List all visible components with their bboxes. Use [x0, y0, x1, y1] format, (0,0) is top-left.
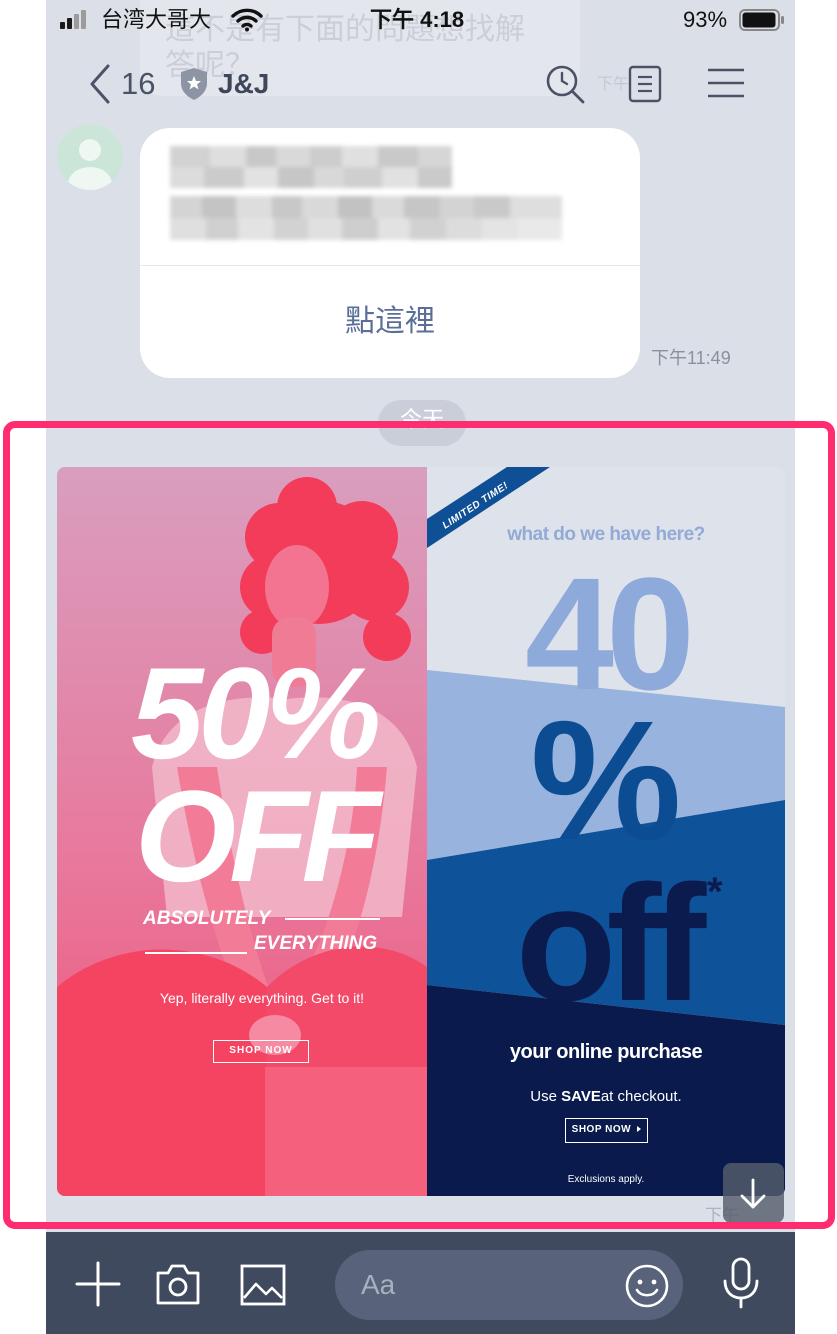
avatar[interactable]	[57, 124, 123, 190]
menu-icon[interactable]	[707, 68, 745, 98]
back-icon[interactable]	[88, 64, 112, 104]
emoji-icon[interactable]	[624, 1263, 670, 1309]
message-input-pill[interactable]	[335, 1250, 683, 1320]
back-unread-count[interactable]: 16	[121, 66, 155, 102]
search-icon[interactable]	[545, 64, 585, 104]
blurred-text-line	[170, 146, 452, 188]
notes-icon[interactable]	[628, 65, 662, 103]
battery-icon	[739, 9, 784, 31]
signal-icon	[60, 10, 88, 29]
chat-title: J&J	[218, 68, 270, 99]
blurred-text-line	[170, 196, 562, 240]
highlight-frame	[3, 421, 835, 1229]
link-button[interactable]: 點這裡	[140, 302, 640, 342]
wifi-icon	[231, 8, 263, 32]
camera-icon[interactable]	[155, 1263, 201, 1305]
previous-message-time: 下午	[597, 76, 630, 93]
battery-percent: 93%	[683, 7, 728, 32]
message-input[interactable]	[361, 1264, 611, 1306]
shield-icon	[181, 68, 207, 100]
mic-icon[interactable]	[721, 1257, 761, 1309]
previous-message-line: 這不是有下面的問題想找解	[165, 13, 525, 46]
carrier-name: 台湾大哥大	[101, 7, 212, 32]
status-time: 下午 4:18	[370, 7, 465, 32]
bubble-divider	[140, 265, 640, 266]
plus-icon[interactable]	[75, 1261, 121, 1307]
message-time: 下午11:49	[651, 348, 731, 368]
image-icon[interactable]	[240, 1264, 286, 1306]
